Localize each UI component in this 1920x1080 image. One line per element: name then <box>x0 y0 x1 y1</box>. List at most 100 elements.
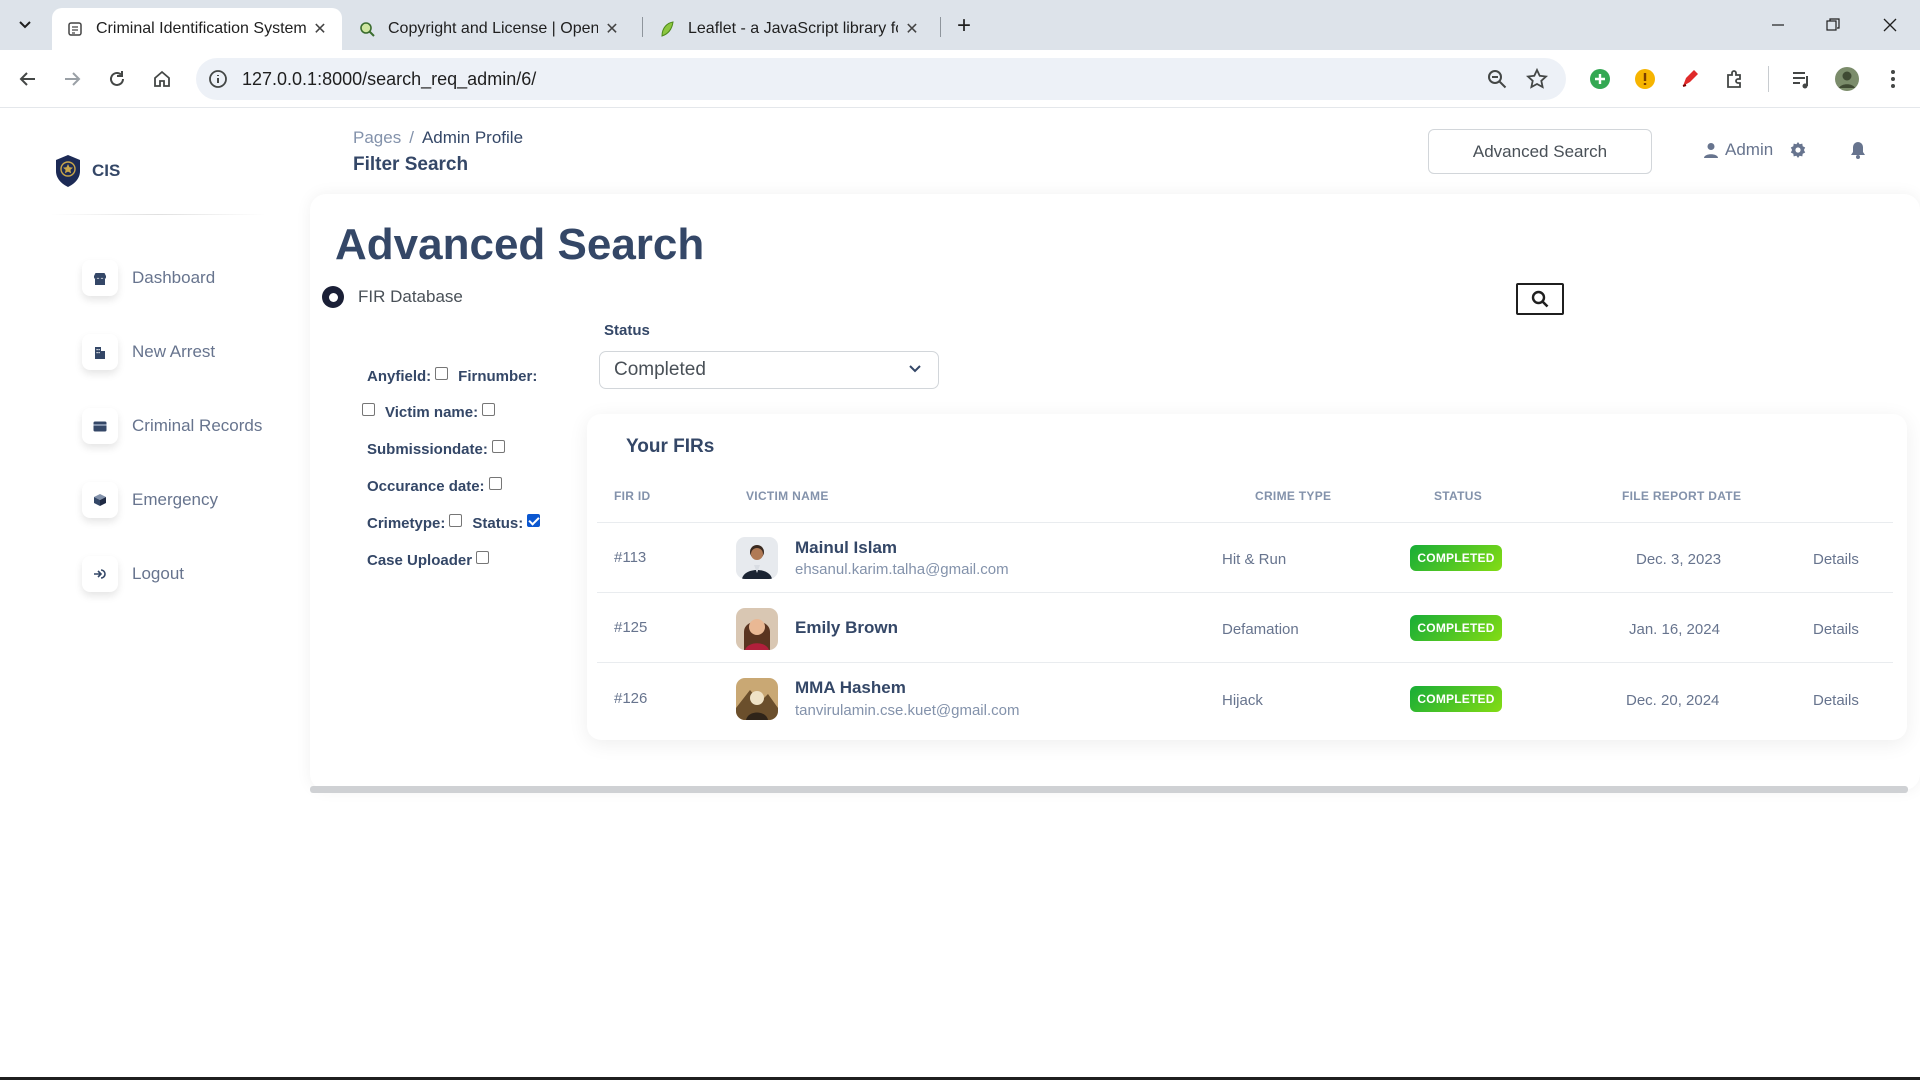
file-report-date: Jan. 16, 2024 <box>1629 621 1720 638</box>
tab-title: Leaflet - a JavaScript library for <box>688 20 898 37</box>
new-tab-button[interactable]: + <box>950 12 978 40</box>
column-header-crime-type: CRIME TYPE <box>1255 489 1332 503</box>
breadcrumb-root[interactable]: Pages <box>353 128 401 147</box>
extensions-puzzle-icon[interactable] <box>1722 66 1748 92</box>
details-link[interactable]: Details <box>1813 551 1859 568</box>
admin-label: Admin <box>1725 140 1774 159</box>
tab-title: Criminal Identification System - <box>96 20 306 37</box>
breadcrumb-separator: / <box>409 128 414 147</box>
fir-database-label: FIR Database <box>358 287 463 306</box>
browser-tab-bar: Criminal Identification System - ✕ Copyr… <box>0 0 1920 50</box>
close-window-button[interactable] <box>1870 10 1910 40</box>
crimetype-label: Crimetype: <box>367 515 446 532</box>
site-info-icon[interactable] <box>208 69 228 89</box>
sidebar-item-label: Criminal Records <box>132 416 263 435</box>
yellow-extension-icon[interactable] <box>1632 66 1658 92</box>
filter-row-6: Case Uploader <box>367 551 495 569</box>
anyfield-checkbox[interactable] <box>435 367 449 380</box>
victim-name-checkbox[interactable] <box>482 403 496 416</box>
crimetype-checkbox[interactable] <box>449 514 463 527</box>
horizontal-scrollbar[interactable] <box>310 786 1908 793</box>
details-link[interactable]: Details <box>1813 621 1859 638</box>
minimize-button[interactable] <box>1758 10 1798 40</box>
minimize-icon <box>1772 24 1784 26</box>
chevron-down-icon <box>19 21 31 29</box>
gear-icon <box>1790 142 1806 158</box>
browser-tab-cis[interactable]: Criminal Identification System - ✕ <box>52 8 342 50</box>
profile-avatar[interactable] <box>1834 66 1860 92</box>
tab-title: Copyright and License | OpenSt <box>388 20 598 37</box>
close-tab-icon[interactable]: ✕ <box>602 19 622 39</box>
notifications-button[interactable] <box>1850 141 1866 164</box>
page-title: Filter Search <box>353 154 469 175</box>
firnumber-checkbox[interactable] <box>362 403 375 416</box>
status-badge: COMPLETED <box>1410 686 1502 712</box>
browser-tab-openstreetmap[interactable]: Copyright and License | OpenSt ✕ <box>344 8 634 50</box>
bell-icon <box>1851 142 1865 159</box>
reload-button[interactable] <box>101 63 133 95</box>
brand[interactable]: CIS <box>54 154 120 188</box>
breadcrumb-current: Admin Profile <box>421 128 524 147</box>
green-plus-extension-icon[interactable] <box>1587 66 1613 92</box>
status-select[interactable]: Completed <box>599 351 939 389</box>
status-checkbox[interactable] <box>527 514 541 527</box>
status-badge: COMPLETED <box>1410 545 1502 571</box>
home-button[interactable] <box>146 63 178 95</box>
reload-icon <box>110 71 124 86</box>
victim-name-label: Victim name: <box>385 404 479 421</box>
admin-user-link[interactable]: Admin <box>1703 140 1773 160</box>
logout-icon <box>82 556 118 592</box>
pen-extension-icon[interactable] <box>1677 66 1703 92</box>
victim-email: tanvirulamin.cse.kuet@gmail.com <box>795 702 1020 719</box>
close-tab-icon[interactable]: ✕ <box>902 19 922 39</box>
advanced-search-button[interactable]: Advanced Search <box>1428 129 1652 174</box>
status-selected-value: Completed <box>614 359 706 380</box>
avatar <box>736 678 778 720</box>
tab-search-button[interactable] <box>10 10 40 40</box>
restore-button[interactable] <box>1813 10 1853 40</box>
close-tab-icon[interactable]: ✕ <box>310 19 330 39</box>
browser-tab-leaflet[interactable]: Leaflet - a JavaScript library for ✕ <box>644 8 934 50</box>
sidebar-item-emergency[interactable]: Emergency <box>82 480 218 520</box>
back-arrow-icon <box>19 72 35 86</box>
fir-id: #125 <box>614 619 648 636</box>
restore-icon <box>1826 18 1840 31</box>
details-link[interactable]: Details <box>1813 692 1859 709</box>
back-button[interactable] <box>12 63 44 95</box>
search-submit-button[interactable] <box>1516 283 1564 315</box>
address-bar[interactable]: 127.0.0.1:8000/search_req_admin/6/ <box>196 58 1566 100</box>
url-text[interactable]: 127.0.0.1:8000/search_req_admin/6/ <box>242 69 536 90</box>
column-header-status: STATUS <box>1434 489 1483 503</box>
victim-email: ehsanul.karim.talha@gmail.com <box>795 561 1009 578</box>
sidebar-item-criminal-records[interactable]: Criminal Records <box>82 406 262 446</box>
box-icon <box>82 482 118 518</box>
media-control-icon[interactable] <box>1788 66 1814 92</box>
sidebar-item-logout[interactable]: Logout <box>82 554 184 594</box>
chevron-down-icon <box>909 365 921 373</box>
victim-name: Mainul Islam <box>795 538 898 557</box>
column-header-fir-id: FIR ID <box>614 489 651 503</box>
occurance-date-label: Occurance date: <box>367 478 485 495</box>
sidebar-item-new-arrest[interactable]: New Arrest <box>82 332 215 372</box>
forward-button[interactable] <box>56 63 88 95</box>
brand-name[interactable]: CIS <box>92 161 120 181</box>
avatar <box>736 537 778 579</box>
fir-database-option[interactable]: FIR Database <box>322 286 463 308</box>
zoom-icon[interactable] <box>1486 68 1508 95</box>
browser-menu-icon[interactable] <box>1880 66 1906 92</box>
filter-row-2: Victim name: <box>358 403 501 421</box>
occurance-date-checkbox[interactable] <box>488 477 502 490</box>
magnifier-favicon-icon <box>358 20 376 38</box>
fir-database-radio[interactable] <box>322 286 344 308</box>
victim-name: MMA Hashem <box>795 678 906 697</box>
avatar <box>736 608 778 650</box>
submissiondate-label: Submissiondate: <box>367 441 488 458</box>
submissiondate-checkbox[interactable] <box>491 440 505 453</box>
row-divider <box>597 592 1893 593</box>
sidebar-item-dashboard[interactable]: Dashboard <box>82 258 215 298</box>
crime-type: Hit & Run <box>1222 551 1287 568</box>
bookmark-star-icon[interactable] <box>1525 67 1549 95</box>
settings-button[interactable] <box>1789 141 1807 164</box>
case-uploader-checkbox[interactable] <box>476 551 490 564</box>
office-icon <box>82 334 118 370</box>
